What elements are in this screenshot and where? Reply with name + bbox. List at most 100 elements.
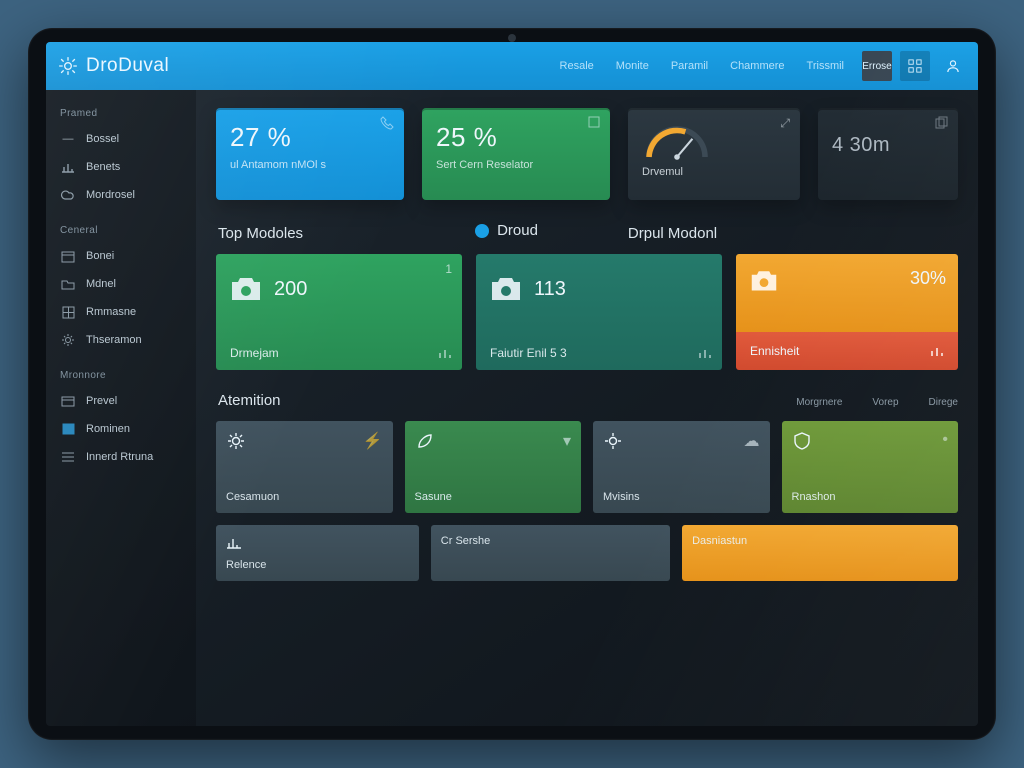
expand-icon: ⤢ [780, 116, 790, 131]
user-icon [947, 59, 959, 73]
stat-2-label: Drvemul [642, 166, 786, 178]
module-0-value: 200 [274, 278, 450, 301]
tile-3-label: Rnashon [792, 491, 949, 503]
nav-link-2[interactable]: Paramil [661, 52, 718, 80]
list-icon [60, 450, 76, 464]
sidebar-item-8[interactable]: Rominen [52, 415, 190, 443]
meta-right: Direge [929, 397, 958, 408]
tile-2-label: Mvisins [603, 491, 760, 503]
meta-left: Morgrnere [796, 397, 842, 408]
leaf-icon [415, 431, 435, 451]
dot-icon: • [942, 431, 948, 449]
stat-card-1[interactable]: 25 % Sert Cern Reselator [422, 108, 610, 200]
drop-icon: ▾ [563, 431, 571, 451]
camera-icon [488, 272, 524, 304]
module-0-mini: 1 [445, 262, 452, 276]
bolt-icon: ⚡ [363, 431, 383, 451]
sidebar-item-0[interactable]: —Bossel [52, 125, 190, 153]
module-card-0[interactable]: 1 200 Drmejam [216, 254, 462, 370]
tile-0[interactable]: ⚡ Cesamuon [216, 421, 393, 513]
gauge-icon [642, 122, 712, 164]
gear-icon [58, 56, 78, 76]
module-1-value: 113 [534, 278, 710, 301]
tile-b1-label: Cr Sershe [441, 535, 660, 547]
section-droud: Droud [475, 222, 538, 239]
tile-1-label: Sasune [415, 491, 572, 503]
topbar: DroDuval Resale Monite Paramil Chammere … [46, 42, 978, 90]
module-card-1[interactable]: 113 Faiutir Enil 5 3 [476, 254, 722, 370]
tile-1[interactable]: ▾ Sasune [405, 421, 582, 513]
card-icon [60, 394, 76, 408]
bars-icon [698, 346, 712, 360]
module-2-title: Ennisheit [750, 344, 799, 358]
bottom-row: Relence Cr Sershe Dasniastun [216, 525, 958, 581]
sidebar-item-6[interactable]: Thseramon [52, 326, 190, 354]
stats-row: 27 % ul Antamom nMOl s 25 % Sert Cern Re… [216, 108, 958, 200]
grid-icon [908, 59, 922, 73]
sidebar-item-9[interactable]: Innerd Rtruna [52, 443, 190, 471]
tile-b2[interactable]: Dasniastun [682, 525, 958, 581]
tile-b0[interactable]: Relence [216, 525, 419, 581]
sidebar-item-5[interactable]: Rmmasne [52, 298, 190, 326]
nav-link-5[interactable]: Errose [862, 51, 892, 81]
module-card-2[interactable]: 30% Ennisheit [736, 254, 958, 370]
stat-card-0[interactable]: 27 % ul Antamom nMOl s [216, 108, 404, 200]
stat-1-label: Sert Cern Reselator [436, 159, 596, 171]
section-top-modules: Top Modoles [218, 225, 303, 242]
folder-icon [60, 277, 76, 291]
gear-icon [603, 431, 623, 451]
gear-small-icon [60, 333, 76, 347]
screen: DroDuval Resale Monite Paramil Chammere … [46, 42, 978, 726]
nav-link-3[interactable]: Chammere [720, 52, 794, 80]
body: Pramed —Bossel Benets Mordrosel Ceneral … [46, 90, 978, 726]
sidebar-item-2[interactable]: Mordrosel [52, 181, 190, 209]
module-1-title: Faiutir Enil 5 3 [490, 346, 567, 360]
brand[interactable]: DroDuval [58, 55, 169, 77]
dot-icon [475, 224, 489, 238]
sidebar-item-4[interactable]: Mdnel [52, 270, 190, 298]
sidebar-item-1[interactable]: Benets [52, 153, 190, 181]
tile-b2-label: Dasniastun [692, 535, 948, 547]
stat-card-3[interactable]: 4 30m [818, 108, 958, 200]
camera-dot [508, 34, 516, 42]
tile-2[interactable]: ☁ Mvisins [593, 421, 770, 513]
square-icon [588, 116, 600, 128]
chart-icon [60, 160, 76, 174]
tile-0-label: Cesamuon [226, 491, 383, 503]
window-icon [60, 422, 76, 436]
camera-icon [228, 272, 264, 304]
sidebar-group-2: Ceneral [52, 217, 190, 242]
nav-link-4[interactable]: Trissmil [797, 52, 854, 80]
topicon-grid[interactable] [900, 51, 930, 81]
nav-link-0[interactable]: Resale [550, 52, 604, 80]
brand-text: DroDuval [86, 55, 169, 77]
tile-b1[interactable]: Cr Sershe [431, 525, 670, 581]
tile-3[interactable]: • Rnashon [782, 421, 959, 513]
phone-icon [380, 116, 394, 130]
shield-icon [792, 431, 812, 451]
tablet-frame: DroDuval Resale Monite Paramil Chammere … [28, 28, 996, 740]
stat-card-2[interactable]: ⤢ Drvemul [628, 108, 800, 200]
chart-icon [226, 535, 242, 549]
sidebar-item-3[interactable]: Bonei [52, 242, 190, 270]
copy-icon [935, 116, 948, 129]
modules-row: 1 200 Drmejam 113 Faiutir Enil 5 3 [216, 254, 958, 370]
stat-0-value: 27 % [230, 122, 390, 153]
bars-icon [438, 346, 452, 360]
section-attention: Atemition [218, 392, 281, 409]
sidebar-group-3: Mronnore [52, 362, 190, 387]
bars-icon [930, 344, 944, 358]
sidebar-item-7[interactable]: Prevel [52, 387, 190, 415]
cloud-small-icon: ☁ [744, 431, 760, 451]
module-2-value: 30% [910, 268, 946, 289]
nav-link-1[interactable]: Monite [606, 52, 659, 80]
tiles-row: ⚡ Cesamuon ▾ Sasune ☁ Mvisins • Rnashon [216, 421, 958, 513]
section-drpul: Drpul Modonl [628, 225, 717, 242]
cloud-icon [60, 188, 76, 202]
topicon-user[interactable] [938, 51, 968, 81]
stat-3-value: 4 30m [832, 134, 944, 157]
nav-links: Resale Monite Paramil Chammere Trissmil … [550, 51, 968, 81]
meta-mid: Vorep [872, 397, 898, 408]
main: 27 % ul Antamom nMOl s 25 % Sert Cern Re… [196, 90, 978, 726]
tile-b0-label: Relence [226, 559, 409, 571]
